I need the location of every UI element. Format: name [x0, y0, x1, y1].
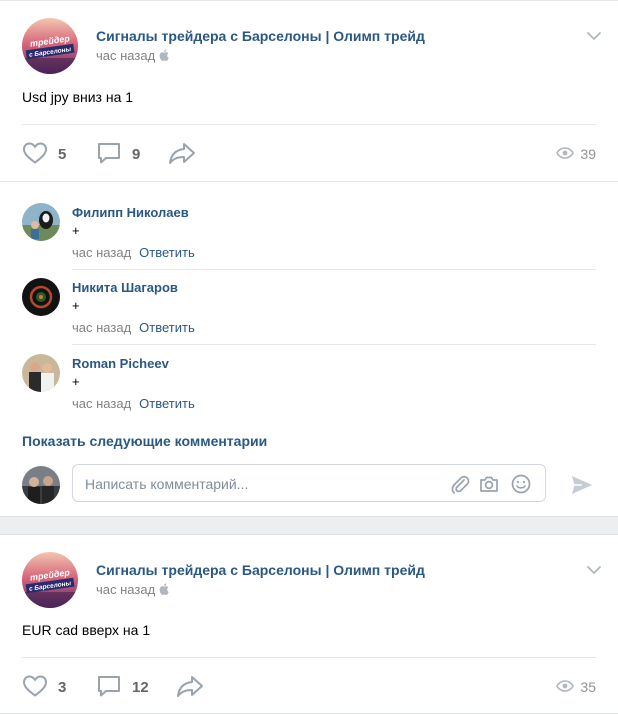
commenter-avatar[interactable] [22, 203, 60, 241]
post-text: EUR cad вверх на 1 [22, 622, 151, 638]
send-icon[interactable] [570, 473, 594, 497]
comment-text: + [72, 374, 80, 389]
apple-icon [159, 49, 169, 64]
chevron-down-icon[interactable] [586, 562, 602, 578]
post-card: трейдер с Барселоны Сигналы трейдера с Б… [0, 0, 618, 517]
post-author[interactable]: Сигналы трейдера с Барселоны | Олимп тре… [96, 28, 425, 44]
commenter-avatar[interactable] [22, 278, 60, 316]
comment-meta: час назад Ответить [72, 245, 195, 260]
post-time-label[interactable]: час назад [96, 48, 155, 63]
post-text: Usd jpy вниз на 1 [22, 89, 134, 105]
post-author[interactable]: Сигналы трейдера с Барселоны | Олимп тре… [96, 562, 425, 578]
show-more-comments-link[interactable]: Показать следующие комментарии [22, 433, 267, 449]
comment-divider [72, 269, 596, 270]
community-avatar[interactable]: трейдер с Барселоны [22, 18, 78, 74]
camera-icon[interactable] [478, 473, 500, 495]
paperclip-icon[interactable] [449, 473, 471, 495]
commenter-avatar[interactable] [22, 354, 60, 392]
apple-icon [159, 583, 169, 598]
comment-item: Филипп Николаев + час назад Ответить [22, 203, 596, 277]
share-icon [168, 141, 196, 168]
comment-author[interactable]: Филипп Николаев [72, 205, 189, 220]
post-time[interactable]: час назад [96, 48, 169, 64]
comment-time[interactable]: час назад [72, 396, 131, 411]
heart-icon [22, 141, 48, 168]
comment-button[interactable]: 9 [96, 140, 140, 168]
comment-text: + [72, 298, 80, 313]
comment-input[interactable] [85, 474, 435, 494]
comment-icon [96, 674, 122, 701]
share-icon [176, 674, 204, 701]
post-actions: 5 9 39 [22, 140, 596, 168]
like-count: 5 [58, 145, 67, 163]
comment-meta: час назад Ответить [72, 320, 195, 335]
share-button[interactable] [176, 673, 204, 701]
comment-item: Roman Picheev + час назад Ответить [22, 354, 596, 428]
views-counter: 35 [556, 673, 596, 701]
post-header: трейдер с Барселоны Сигналы трейдера с Б… [22, 552, 602, 610]
comments-divider [0, 181, 618, 182]
comment-time[interactable]: час назад [72, 245, 131, 260]
like-count: 3 [58, 678, 67, 696]
share-button[interactable] [168, 140, 196, 168]
comment-text: + [72, 223, 80, 238]
views-counter: 39 [556, 140, 596, 168]
comment-icon [96, 141, 122, 168]
emoji-icon[interactable] [510, 473, 532, 495]
reply-link[interactable]: Ответить [139, 245, 195, 260]
post-time-label[interactable]: час назад [96, 582, 155, 597]
my-avatar[interactable] [22, 466, 60, 504]
views-count: 35 [580, 679, 596, 695]
comment-author[interactable]: Никита Шагаров [72, 280, 178, 295]
post-card: трейдер с Барселоны Сигналы трейдера с Б… [0, 534, 618, 714]
community-avatar[interactable]: трейдер с Барселоны [22, 552, 78, 608]
comment-input-box[interactable] [72, 464, 546, 502]
post-actions: 3 12 35 [22, 673, 596, 701]
reply-link[interactable]: Ответить [139, 320, 195, 335]
post-divider [22, 657, 596, 658]
post-header: трейдер с Барселоны Сигналы трейдера с Б… [22, 18, 602, 76]
comment-composer [22, 464, 596, 506]
comment-button[interactable]: 12 [96, 673, 149, 701]
comment-author[interactable]: Roman Picheev [72, 356, 169, 371]
post-time[interactable]: час назад [96, 582, 169, 598]
post-divider [22, 124, 596, 125]
like-button[interactable]: 5 [22, 140, 66, 168]
eye-icon [556, 146, 575, 162]
comment-meta: час назад Ответить [72, 396, 195, 411]
heart-icon [22, 674, 48, 701]
comment-divider [72, 344, 596, 345]
eye-icon [556, 679, 575, 695]
reply-link[interactable]: Ответить [139, 396, 195, 411]
like-button[interactable]: 3 [22, 673, 66, 701]
comment-count: 9 [132, 145, 141, 163]
comment-time[interactable]: час назад [72, 320, 131, 335]
comment-item: Никита Шагаров + час назад Ответить [22, 278, 596, 352]
comment-count: 12 [132, 678, 149, 696]
views-count: 39 [580, 146, 596, 162]
chevron-down-icon[interactable] [586, 28, 602, 44]
